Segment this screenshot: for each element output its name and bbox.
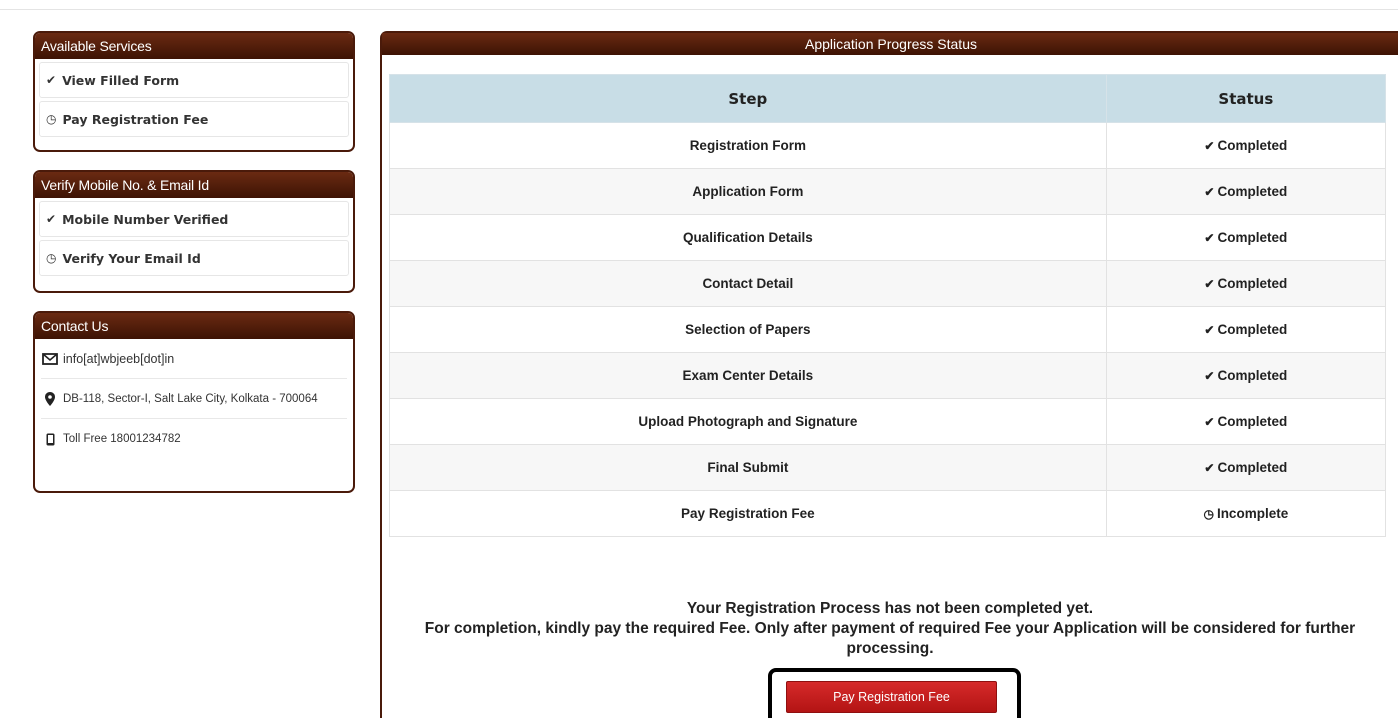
status-cell: ✔ Completed — [1105, 398, 1387, 445]
table-row: Upload Photograph and Signature ✔ Complet… — [389, 398, 1387, 445]
check-circle-icon: ✔ — [1204, 369, 1215, 383]
contact-panel-title: Contact Us — [35, 313, 353, 339]
table-row: Final Submit ✔ Completed — [389, 444, 1387, 491]
step-cell: Upload Photograph and Signature — [389, 398, 1107, 445]
status-cell: ✔ Completed — [1105, 352, 1387, 399]
status-text: Incomplete — [1216, 506, 1289, 521]
step-cell: Qualification Details — [389, 214, 1107, 261]
step-cell: Pay Registration Fee — [389, 490, 1107, 537]
top-divider — [0, 0, 1398, 10]
contact-phone: Toll Free 18001234782 — [63, 433, 181, 445]
contact-address: DB-118, Sector-I, Salt Lake City, Kolkat… — [63, 392, 318, 405]
contact-email-row: info[at]wbjeeb[dot]in — [41, 339, 347, 379]
status-text: Completed — [1217, 322, 1288, 337]
check-circle-icon: ✔ — [1204, 231, 1215, 245]
step-cell: Application Form — [389, 168, 1107, 215]
step-cell: Registration Form — [389, 122, 1107, 169]
verify-panel: Verify Mobile No. & Email Id ✔ Mobile Nu… — [33, 170, 355, 293]
table-row: Exam Center Details ✔ Completed — [389, 352, 1387, 399]
check-circle-icon: ✔ — [1204, 185, 1215, 199]
mobile-number-verified-item: ✔ Mobile Number Verified — [39, 201, 349, 237]
status-text: Completed — [1217, 138, 1288, 153]
check-circle-icon: ✔ — [1204, 461, 1215, 475]
check-circle-icon: ✔ — [1204, 323, 1215, 337]
verify-email-label: Verify Your Email Id — [62, 250, 201, 266]
status-text: Completed — [1217, 276, 1288, 291]
table-row: Qualification Details ✔ Completed — [389, 214, 1387, 261]
check-circle-icon: ✔ — [1204, 139, 1215, 153]
envelope-icon — [41, 352, 59, 365]
verify-panel-title: Verify Mobile No. & Email Id — [35, 172, 353, 198]
status-cell: ✔ Completed — [1105, 122, 1387, 169]
available-services-panel: Available Services ✔ View Filled Form ◷ … — [33, 31, 355, 152]
status-text: Completed — [1217, 460, 1288, 475]
mobile-phone-icon — [41, 433, 59, 446]
status-text: Completed — [1217, 230, 1288, 245]
status-cell: ✔ Completed — [1105, 260, 1387, 307]
available-services-title: Available Services — [35, 33, 353, 59]
verify-email-link[interactable]: ◷ Verify Your Email Id — [39, 240, 349, 276]
check-circle-icon: ✔ — [46, 212, 57, 226]
registration-notice: Your Registration Process has not been c… — [382, 599, 1398, 659]
status-column-header: Status — [1105, 74, 1387, 123]
contact-panel: Contact Us info[at]wbjeeb[dot]in DB-118,… — [33, 311, 355, 493]
table-row: Pay Registration Fee ◷ Incomplete — [389, 490, 1387, 537]
application-progress-title: Application Progress Status — [382, 33, 1398, 55]
check-circle-icon: ✔ — [46, 73, 57, 87]
step-cell: Contact Detail — [389, 260, 1107, 307]
status-text: Completed — [1217, 414, 1288, 429]
pay-registration-fee-label: Pay Registration Fee — [62, 111, 209, 127]
step-cell: Final Submit — [389, 444, 1107, 491]
contact-email[interactable]: info[at]wbjeeb[dot]in — [63, 352, 174, 366]
check-circle-icon: ✔ — [1204, 415, 1215, 429]
status-text: Completed — [1217, 184, 1288, 199]
clock-circle-icon: ◷ — [46, 251, 57, 265]
application-progress-panel: Application Progress Status Step Status … — [380, 31, 1398, 718]
step-cell: Exam Center Details — [389, 352, 1107, 399]
view-filled-form-label: View Filled Form — [62, 72, 180, 88]
table-row: Application Form ✔ Completed — [389, 168, 1387, 215]
status-cell: ✔ Completed — [1105, 168, 1387, 215]
progress-table-header: Step Status — [389, 74, 1387, 123]
table-row: Contact Detail ✔ Completed — [389, 260, 1387, 307]
status-cell: ◷ Incomplete — [1105, 490, 1387, 537]
notice-line-1: Your Registration Process has not been c… — [686, 600, 1094, 617]
progress-table: Step Status Registration Form ✔ Completed… — [389, 74, 1387, 537]
view-filled-form-link[interactable]: ✔ View Filled Form — [39, 62, 349, 98]
clock-circle-icon: ◷ — [46, 112, 57, 126]
table-row: Selection of Papers ✔ Completed — [389, 306, 1387, 353]
notice-line-2: For completion, kindly pay the required … — [424, 620, 1356, 657]
table-row: Registration Form ✔ Completed — [389, 122, 1387, 169]
status-cell: ✔ Completed — [1105, 306, 1387, 353]
step-cell: Selection of Papers — [389, 306, 1107, 353]
map-marker-icon — [41, 391, 59, 406]
status-text: Completed — [1217, 368, 1288, 383]
status-cell: ✔ Completed — [1105, 444, 1387, 491]
clock-circle-icon: ◷ — [1203, 507, 1214, 521]
pay-registration-fee-button[interactable]: Pay Registration Fee — [786, 681, 997, 713]
step-column-header: Step — [389, 74, 1107, 123]
pay-registration-fee-link[interactable]: ◷ Pay Registration Fee — [39, 101, 349, 137]
check-circle-icon: ✔ — [1204, 277, 1215, 291]
mobile-number-verified-label: Mobile Number Verified — [62, 211, 229, 227]
contact-phone-row: Toll Free 18001234782 — [41, 419, 347, 459]
status-cell: ✔ Completed — [1105, 214, 1387, 261]
contact-address-row: DB-118, Sector-I, Salt Lake City, Kolkat… — [41, 379, 347, 419]
